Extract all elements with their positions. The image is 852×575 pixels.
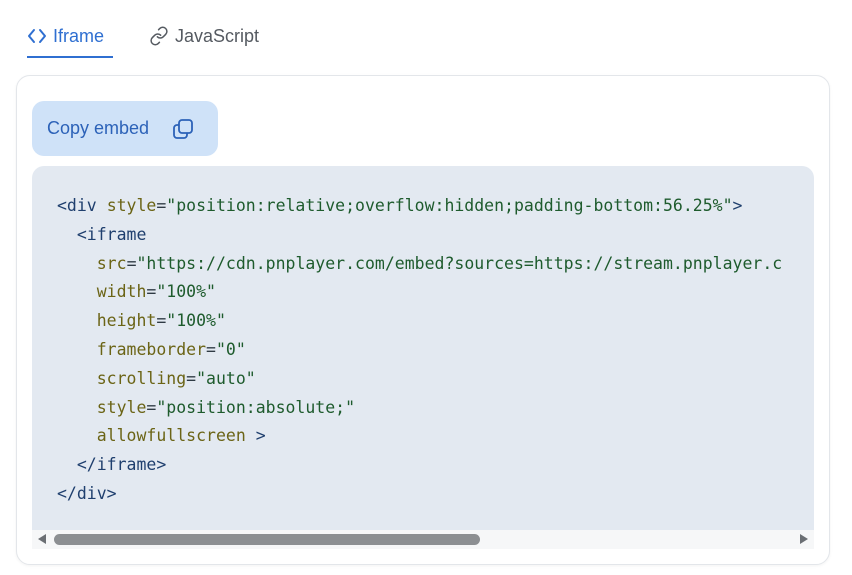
code-line: <div style="position:relative;overflow:h… <box>57 196 743 215</box>
code-line: height="100%" <box>96 311 226 331</box>
scroll-right-arrow-icon[interactable] <box>800 534 808 544</box>
tab-javascript-label: JavaScript <box>175 26 260 46</box>
embed-tabs: Iframe JavaScript <box>0 0 852 60</box>
tab-iframe[interactable]: Iframe <box>27 24 113 58</box>
scrollbar-thumb[interactable] <box>54 534 480 545</box>
code-line: </div> <box>57 483 117 503</box>
code-line: style="position:absolute;" <box>96 397 356 417</box>
code-line: scrolling="auto" <box>96 368 256 388</box>
code-line: frameborder="0" <box>96 339 246 359</box>
code-brackets-icon <box>27 24 47 48</box>
code-line: width="100%" <box>96 282 216 302</box>
code-line: allowfullscreen > <box>96 426 266 446</box>
link-icon <box>149 24 169 48</box>
tab-iframe-label: Iframe <box>53 26 105 46</box>
code-line: src="https://cdn.pnplayer.com/embed?sour… <box>96 253 783 273</box>
embed-card: Copy embed <div style="position:relative… <box>16 75 830 565</box>
copy-embed-label: Copy embed <box>47 118 150 138</box>
code-line: </iframe> <box>76 455 167 475</box>
code-text: <div style="position:relative;overflow:h… <box>57 192 782 509</box>
code-line: <iframe <box>76 224 147 244</box>
horizontal-scrollbar[interactable] <box>32 530 814 549</box>
scroll-left-arrow-icon[interactable] <box>38 534 46 544</box>
copy-embed-button[interactable]: Copy embed <box>32 101 218 156</box>
copy-icon <box>171 117 195 141</box>
tab-javascript[interactable]: JavaScript <box>149 24 259 56</box>
code-block: <div style="position:relative;overflow:h… <box>32 166 814 549</box>
